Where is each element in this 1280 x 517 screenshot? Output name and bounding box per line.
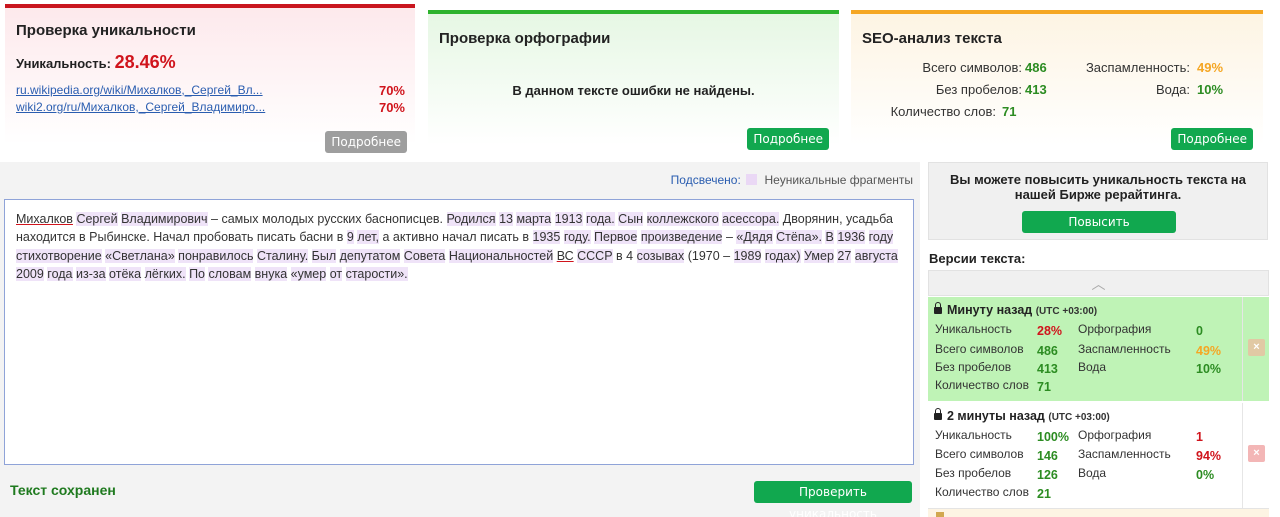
- seo-no-spaces-label: Без пробелов:: [935, 82, 1022, 97]
- version-spam-value: 94%: [1196, 449, 1222, 463]
- version-delete-cell: ×: [1242, 403, 1269, 508]
- version-total-label: Всего символов: [935, 342, 1024, 356]
- promo-text: Вы можете повысить уникальность текста н…: [949, 172, 1247, 202]
- version-total-value: 146: [1037, 449, 1058, 463]
- version-spelling-label: Орфография: [1078, 322, 1152, 336]
- version-uniqueness-value: 28%: [1037, 324, 1063, 338]
- uniqueness-card-title: Проверка уникальности: [16, 22, 196, 39]
- chevron-up-icon: ︿: [1091, 276, 1106, 292]
- seo-spam-value: 49%: [1197, 60, 1224, 75]
- version-item-partial: [928, 509, 1269, 517]
- seo-water-value: 10%: [1197, 82, 1224, 97]
- version-words-value: 71: [1037, 380, 1051, 394]
- version-item[interactable]: Минуту назад (UTC +03:00) Уникальность 2…: [928, 297, 1269, 401]
- version-nospace-label: Без пробелов: [935, 360, 1012, 374]
- version-spam-value: 49%: [1196, 344, 1222, 358]
- seo-spam-label: Заспамленность:: [1085, 60, 1190, 75]
- seo-card: SEO-анализ текста Всего символов: 486 Бе…: [851, 10, 1263, 152]
- highlight-swatch: [746, 174, 758, 185]
- version-spelling-value: 1: [1196, 430, 1203, 444]
- delete-icon[interactable]: ×: [1248, 445, 1265, 462]
- version-water-value: 10%: [1196, 362, 1222, 376]
- version-words-label: Количество слов: [935, 378, 1029, 392]
- editor-panel: Подсвечено: Неуникальные фрагменты Михал…: [0, 162, 920, 517]
- seo-words-label: Количество слов:: [890, 104, 996, 119]
- seo-total-chars-value: 486: [1025, 60, 1047, 75]
- version-uniqueness-value: 100%: [1037, 430, 1069, 444]
- highlight-legend: Подсвечено: Неуникальные фрагменты: [671, 173, 913, 187]
- highlight-label: Подсвечено:: [670, 173, 741, 187]
- spelling-result-message: В данном тексте ошибки не найдены.: [512, 83, 755, 98]
- versions-title: Версии текста:: [929, 251, 1026, 266]
- version-uniqueness-label: Уникальность: [935, 428, 1012, 442]
- version-spam-label: Заспамленность: [1078, 447, 1171, 461]
- version-words-label: Количество слов: [935, 485, 1029, 499]
- uniqueness-summary: Уникальность: 28.46%: [16, 52, 176, 73]
- uniqueness-label: Уникальность:: [16, 56, 111, 71]
- highlight-legend-text: Неуникальные фрагменты: [764, 173, 913, 187]
- saved-status: Текст сохранен: [10, 482, 116, 498]
- version-item[interactable]: 2 минуты назад (UTC +03:00) Уникальность…: [928, 403, 1269, 509]
- version-spelling-label: Орфография: [1078, 428, 1152, 442]
- version-nospace-value: 413: [1037, 362, 1058, 376]
- delete-icon[interactable]: ×: [1248, 339, 1265, 356]
- raise-uniqueness-button[interactable]: Повысить уникальность: [1022, 211, 1176, 251]
- seo-words-value: 71: [1002, 104, 1017, 119]
- seo-total-chars-label: Всего символов:: [922, 60, 1022, 75]
- source-link[interactable]: wiki2.org/ru/Михалков,_Сергей_Владимиро.…: [16, 100, 286, 114]
- lock-icon: [934, 302, 942, 314]
- uniqueness-value: 28.46%: [114, 52, 176, 72]
- spelling-details-button[interactable]: Подробнее: [747, 128, 829, 150]
- uniqueness-card: Проверка уникальности Уникальность: 28.4…: [5, 4, 415, 153]
- version-spam-label: Заспамленность: [1078, 342, 1171, 356]
- seo-card-title: SEO-анализ текста: [862, 30, 1002, 47]
- version-uniqueness-label: Уникальность: [935, 322, 1012, 336]
- uniqueness-details-button[interactable]: Подробнее: [325, 131, 407, 153]
- version-nospace-value: 126: [1037, 468, 1058, 482]
- version-total-value: 486: [1037, 344, 1058, 358]
- source-percent: 70%: [378, 100, 405, 115]
- seo-no-spaces-value: 413: [1025, 82, 1047, 97]
- spelling-card: Проверка орфографии В данном тексте ошиб…: [428, 10, 839, 152]
- spelling-card-title: Проверка орфографии: [439, 30, 611, 47]
- source-percent: 70%: [378, 83, 405, 98]
- versions-scroll-up[interactable]: ︿: [928, 270, 1269, 296]
- version-nospace-label: Без пробелов: [935, 466, 1012, 480]
- source-link[interactable]: ru.wikipedia.org/wiki/Михалков,_Сергей_В…: [16, 83, 286, 97]
- version-water-label: Вода: [1078, 360, 1107, 374]
- seo-details-button[interactable]: Подробнее: [1171, 128, 1253, 150]
- version-delete-cell: ×: [1242, 297, 1269, 401]
- version-water-label: Вода: [1078, 466, 1107, 480]
- rewrite-promo: Вы можете повысить уникальность текста н…: [928, 162, 1268, 251]
- version-water-value: 0%: [1196, 468, 1215, 482]
- version-total-label: Всего символов: [935, 447, 1024, 461]
- check-uniqueness-button[interactable]: Проверить уникальность: [754, 481, 912, 517]
- text-editor[interactable]: Михалков Сергей Владимирович – самых мол…: [4, 199, 914, 465]
- version-spelling-value: 0: [1196, 324, 1203, 338]
- lock-icon: [934, 408, 942, 420]
- seo-water-label: Вода:: [1155, 82, 1190, 97]
- version-words-value: 21: [1037, 487, 1051, 501]
- version-time: 2 минуты назад (UTC +03:00): [934, 408, 1110, 423]
- version-time: Минуту назад (UTC +03:00): [934, 302, 1097, 317]
